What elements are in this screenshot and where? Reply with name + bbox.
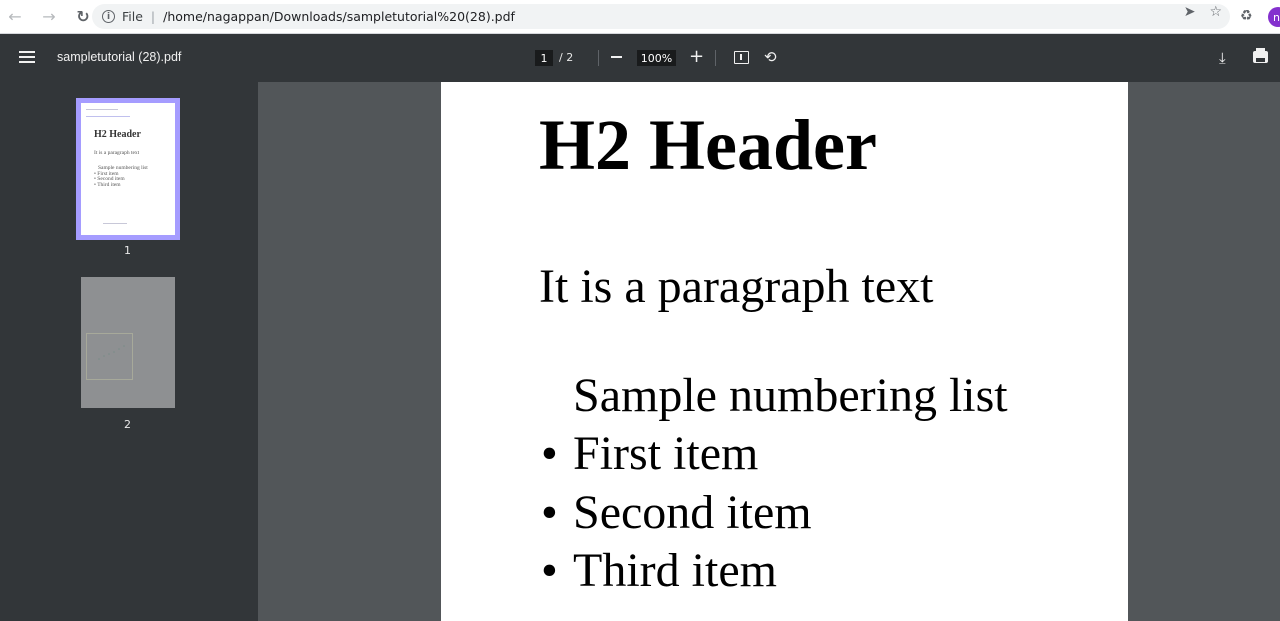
thumb-text-line	[86, 109, 118, 110]
list-item-text: Second item	[573, 486, 812, 539]
thumb-text-line	[86, 116, 130, 117]
list-item-text: First item	[573, 427, 759, 480]
thumbnail-label: 2	[124, 418, 131, 431]
thumbnail-page-2[interactable]	[81, 277, 175, 408]
url-text[interactable]: /home/nagappan/Downloads/sampletutorial%…	[163, 9, 515, 24]
url-scheme: File	[122, 9, 143, 24]
zoom-level-input[interactable]: 100%	[637, 50, 676, 66]
hamburger-menu-icon[interactable]	[19, 51, 35, 65]
download-icon[interactable]: ⤓	[1219, 49, 1226, 67]
bullet: •	[541, 486, 558, 539]
thumb-chart-dots	[98, 345, 125, 360]
puzzle-icon[interactable]: ♻	[1240, 8, 1253, 24]
pdf-viewer[interactable]: H2 Header It is a paragraph text Sample …	[258, 82, 1280, 621]
thumb-paragraph: It is a paragraph text	[94, 150, 140, 156]
page-paragraph: It is a paragraph text	[539, 260, 934, 313]
zoom-out-minus-icon[interactable]	[611, 56, 622, 58]
rotate-icon[interactable]: ⟲	[764, 48, 777, 66]
thumb-list: Sample numbering list • First item • Sec…	[94, 165, 148, 188]
pdf-toolbar: sampletutorial (28).pdf 1 / 2 100% + ⟲ ⤓	[0, 34, 1280, 82]
thumb-chart-preview	[86, 333, 133, 380]
list-item: • Second item	[541, 485, 812, 541]
page-number-input[interactable]: 1	[535, 50, 553, 66]
thumb-heading: H2 Header	[94, 129, 141, 140]
browser-toolbar: ← → ↻ i File | /home/nagappan/Downloads/…	[0, 0, 1280, 34]
bullet: •	[541, 427, 558, 480]
document-title: sampletutorial (28).pdf	[57, 50, 182, 64]
star-icon[interactable]: ☆	[1209, 4, 1222, 20]
page-heading: H2 Header	[539, 105, 877, 185]
list-item-text: Third item	[573, 544, 777, 597]
toolbar-divider	[715, 50, 716, 66]
print-icon[interactable]	[1253, 48, 1268, 63]
thumb-footer-line	[103, 223, 127, 224]
toolbar-divider	[598, 50, 599, 66]
thumbnail-sidebar: H2 Header It is a paragraph text Sample …	[0, 82, 258, 621]
forward-arrow-icon[interactable]: →	[38, 6, 60, 28]
avatar[interactable]: n	[1268, 7, 1280, 27]
fit-page-icon[interactable]	[734, 51, 749, 64]
zoom-in-plus-icon[interactable]: +	[689, 48, 704, 66]
info-icon[interactable]: i	[102, 10, 115, 23]
url-separator: |	[150, 9, 156, 24]
thumbnail-preview: H2 Header It is a paragraph text Sample …	[81, 103, 175, 235]
list-item: • Third item	[541, 543, 777, 599]
back-arrow-icon[interactable]: ←	[4, 6, 26, 28]
bullet: •	[541, 544, 558, 597]
thumb-list-item: • Third item	[94, 181, 121, 188]
pdf-page: H2 Header It is a paragraph text Sample …	[441, 82, 1128, 621]
send-icon[interactable]: ➤	[1184, 4, 1196, 20]
list-item: • First item	[541, 426, 758, 482]
page-total: / 2	[559, 51, 574, 64]
list-heading: Sample numbering list	[573, 369, 1008, 422]
thumbnail-page-1[interactable]: H2 Header It is a paragraph text Sample …	[76, 98, 180, 240]
omnibox-actions: ➤ ☆	[1184, 4, 1222, 20]
address-bar[interactable]: i File | /home/nagappan/Downloads/sample…	[92, 4, 1230, 29]
reload-icon[interactable]: ↻	[72, 6, 94, 28]
thumbnail-label: 1	[124, 244, 131, 257]
